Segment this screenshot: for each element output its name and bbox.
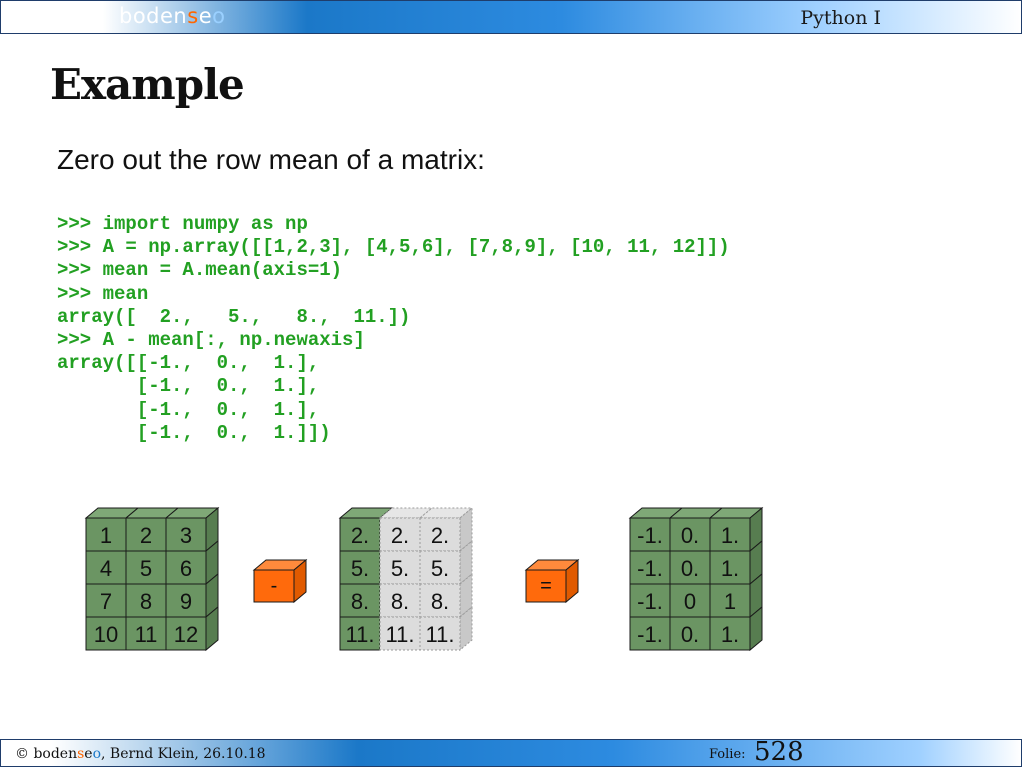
slide-number: 528 bbox=[754, 737, 804, 767]
matrix-result-cell-value: 0. bbox=[681, 622, 699, 647]
matrix-mean-cell-value: 11. bbox=[346, 622, 375, 647]
matrix-mean-cell-value: 2. bbox=[431, 523, 449, 548]
matrix-mean-cell-value: 5. bbox=[391, 556, 409, 581]
matrix-a-cell-value: 7 bbox=[100, 589, 112, 614]
matrix-result-cell-value: -1. bbox=[637, 523, 663, 548]
matrix-result-cell-value: 1 bbox=[724, 589, 736, 614]
equals-operator-label: = bbox=[540, 575, 552, 597]
matrix-result-cell-value: 0. bbox=[681, 523, 699, 548]
footer-bar: © bodenseo, Bernd Klein, 26.10.18 Folie:… bbox=[0, 737, 1022, 767]
matrix-a-cell-value: 1 bbox=[100, 523, 112, 548]
matrix-mean-cell-value: 2. bbox=[351, 523, 369, 548]
matrix-mean-cell-value: 5. bbox=[351, 556, 369, 581]
matrix-result-cell-value: 1. bbox=[721, 523, 739, 548]
matrix-mean-cell-value: 8. bbox=[431, 589, 449, 614]
slide-number-label: Folie: bbox=[709, 747, 746, 762]
matrix-result-cell-value: 0. bbox=[681, 556, 699, 581]
matrix-result-cell-value: -1. bbox=[637, 556, 663, 581]
matrix-a-cell-value: 12 bbox=[174, 622, 198, 647]
matrix-mean-cell-value: 2. bbox=[391, 523, 409, 548]
matrix-result-cell-value: 1. bbox=[721, 622, 739, 647]
matrix-a-cell-value: 6 bbox=[180, 556, 192, 581]
matrix-mean-cell-value: 11. bbox=[426, 622, 455, 647]
matrix-mean-cell-value: 5. bbox=[431, 556, 449, 581]
matrix-mean-cell-value: 8. bbox=[391, 589, 409, 614]
matrix-result-cell-value: -1. bbox=[637, 589, 663, 614]
footer-copyright: © bodenseo, Bernd Klein, 26.10.18 bbox=[15, 746, 266, 762]
broadcast-diagram: 1 2 34 5 67 8 910 11 12-2. 2. 2.5. 5. 5.8. 8. 8.11. 11.… bbox=[84, 506, 764, 652]
matrix-a-cell-value: 8 bbox=[140, 589, 152, 614]
matrix-a-cell-value: 10 bbox=[94, 622, 118, 647]
matrix-result-cell-value: 0 bbox=[684, 589, 696, 614]
matrix-a-cell-value: 3 bbox=[180, 523, 192, 548]
matrix-a-cell-value: 11 bbox=[135, 622, 158, 647]
matrix-a-cell-value: 5 bbox=[140, 556, 152, 581]
minus-operator-label: - bbox=[271, 575, 278, 597]
matrix-mean-cell-value: 11. bbox=[386, 622, 415, 647]
matrix-result-cell-value: 1. bbox=[721, 556, 739, 581]
matrix-mean-cell-value: 8. bbox=[351, 589, 369, 614]
matrix-a-cell-value: 9 bbox=[180, 589, 192, 614]
matrix-a-cell-value: 4 bbox=[100, 556, 112, 581]
matrix-result-cell-value: -1. bbox=[637, 622, 663, 647]
matrix-a-cell-value: 2 bbox=[140, 523, 152, 548]
